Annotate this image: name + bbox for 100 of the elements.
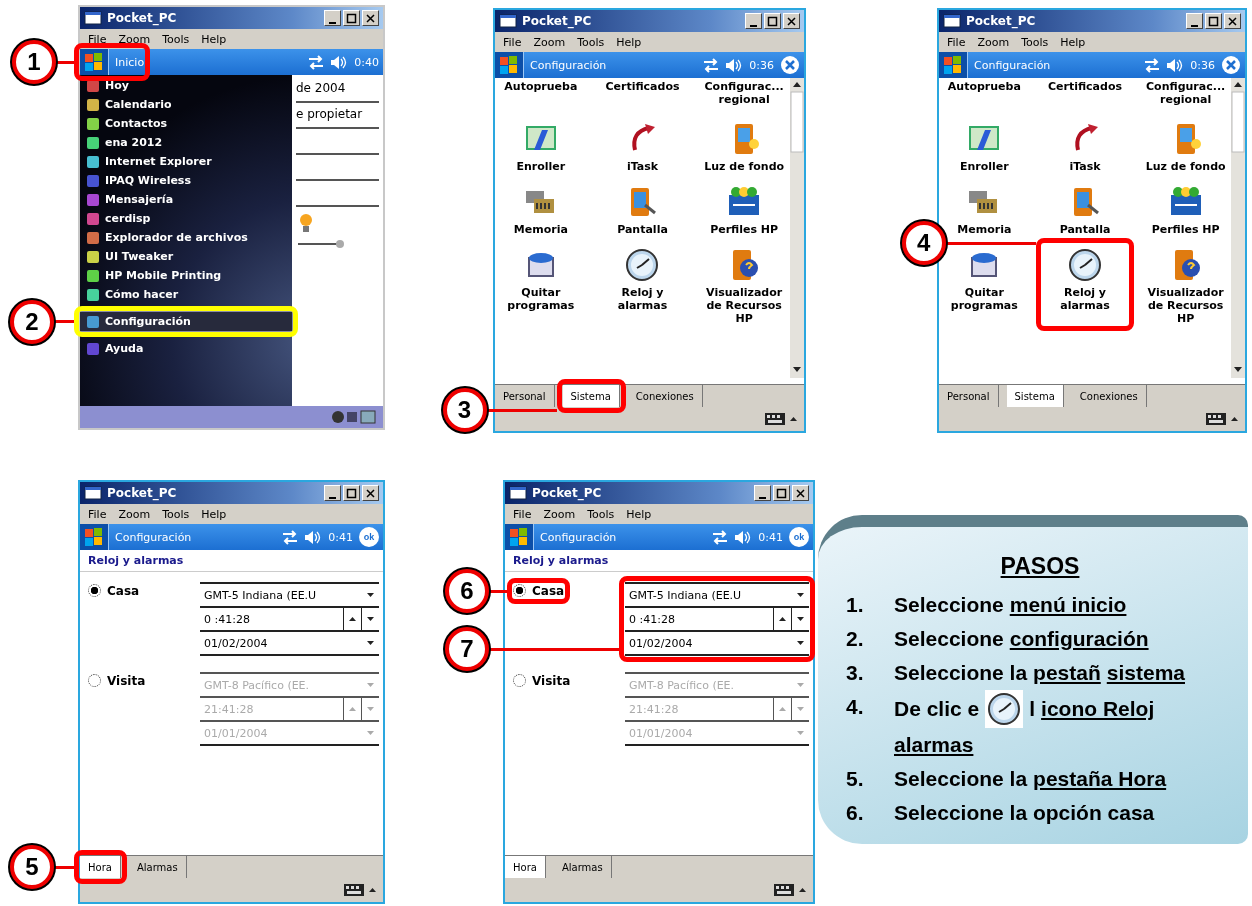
keyboard-icon[interactable] — [764, 411, 786, 427]
keyboard-icon[interactable] — [773, 882, 795, 898]
menu-item[interactable]: Contactos — [80, 114, 292, 133]
menu-item[interactable]: Help — [201, 507, 227, 521]
menu-item[interactable]: Tools — [577, 35, 605, 49]
settings-item[interactable]: Perfiles HP — [1151, 223, 1220, 236]
menu-item[interactable]: Tools — [162, 32, 190, 46]
settings-item[interactable]: Luz de fondo — [704, 160, 785, 173]
settings-item[interactable]: Enroller — [516, 160, 566, 173]
speaker-icon[interactable] — [734, 529, 753, 545]
spin-up-button[interactable] — [773, 696, 791, 720]
start-flag-icon[interactable] — [505, 524, 534, 550]
spin-down-button[interactable] — [791, 696, 809, 720]
start-flag-icon[interactable] — [939, 52, 968, 78]
start-flag-icon[interactable] — [80, 49, 109, 75]
spin-down-button[interactable] — [791, 606, 809, 630]
ok-button[interactable]: ok — [359, 527, 379, 547]
menu-item[interactable]: ena 2012 — [80, 133, 292, 152]
settings-item[interactable]: Certificados — [1041, 80, 1129, 110]
speaker-icon[interactable] — [1166, 57, 1185, 73]
menu-item[interactable]: UI Tweaker — [80, 247, 292, 266]
spin-down-button[interactable] — [361, 606, 379, 630]
down-arrow-icon[interactable] — [366, 615, 375, 623]
up-arrow-icon[interactable] — [348, 615, 357, 623]
menu-item[interactable]: Zoom — [533, 35, 566, 49]
menu-item[interactable]: Zoom — [118, 32, 151, 46]
caret-icon[interactable] — [366, 591, 375, 599]
menu-item[interactable]: Tools — [587, 507, 615, 521]
down-arrow-icon[interactable] — [796, 615, 805, 623]
start-flag-icon[interactable] — [80, 524, 109, 550]
settings-item[interactable]: iTask — [626, 160, 659, 173]
menu-item[interactable]: Calendario — [80, 95, 292, 114]
ok-button[interactable]: ok — [789, 527, 809, 547]
menu-item[interactable]: Explorador de archivos — [80, 228, 292, 247]
clock-icon[interactable] — [1068, 248, 1102, 282]
tab[interactable]: Sistema — [562, 385, 620, 407]
menu-item[interactable]: IPAQ Wireless — [80, 171, 292, 190]
menu-item[interactable]: cerdisp — [80, 209, 292, 228]
menu-item[interactable]: Ayuda — [80, 339, 292, 358]
spin-down-button[interactable] — [361, 696, 379, 720]
settings-item[interactable]: Configurac... regional — [700, 80, 788, 110]
speaker-icon[interactable] — [330, 54, 349, 70]
menu-item[interactable]: HP Mobile Printing — [80, 266, 292, 285]
settings-item[interactable]: Reloj y alarmas — [1041, 286, 1129, 312]
clock-time[interactable]: 0:41 — [328, 530, 353, 544]
menu-item[interactable]: Zoom — [118, 507, 151, 521]
radio-button[interactable] — [513, 584, 526, 597]
radio-button[interactable] — [88, 584, 101, 597]
caret-icon[interactable] — [366, 639, 375, 647]
clock-time[interactable]: 0:41 — [758, 530, 783, 544]
clock-time[interactable]: 0:36 — [749, 58, 774, 72]
sync-arrows-icon[interactable] — [712, 529, 729, 545]
settings-item[interactable]: Reloj y alarmas — [598, 286, 687, 312]
date-dropdown[interactable]: 01/02/2004 — [200, 630, 379, 656]
menu-item[interactable]: File — [503, 35, 522, 49]
clock-time[interactable]: 0:40 — [354, 55, 379, 69]
tab[interactable]: Hora — [505, 856, 546, 878]
menu-item[interactable]: Configuración — [80, 312, 292, 331]
menu-item[interactable]: Mensajería — [80, 190, 292, 209]
settings-item[interactable]: Autoprueba — [941, 80, 1028, 110]
caret-icon[interactable] — [796, 639, 805, 647]
spin-up-button[interactable] — [773, 606, 791, 630]
menu-item[interactable]: Help — [616, 35, 642, 49]
caret-icon[interactable] — [796, 591, 805, 599]
spin-up-button[interactable] — [343, 696, 361, 720]
settings-item[interactable]: Enroller — [959, 160, 1009, 173]
menu-item[interactable]: Tools — [1021, 35, 1049, 49]
keyboard-icon[interactable] — [343, 882, 365, 898]
sync-arrows-icon[interactable] — [1144, 57, 1161, 73]
menu-item[interactable]: File — [88, 32, 107, 46]
menu-item[interactable]: Internet Explorer — [80, 152, 292, 171]
settings-item[interactable]: Quitar programas — [941, 286, 1028, 312]
settings-item[interactable]: iTask — [1069, 160, 1101, 173]
up-arrow-icon[interactable] — [778, 615, 787, 623]
settings-item[interactable]: Visualizador de Recursos HP — [1142, 286, 1229, 325]
settings-item[interactable]: Perfiles HP — [710, 223, 779, 236]
settings-item[interactable]: Quitar programas — [497, 286, 585, 312]
menu-item[interactable]: Cómo hacer — [80, 285, 292, 304]
settings-item[interactable]: Memoria — [957, 223, 1012, 236]
menu-item[interactable]: Help — [201, 32, 227, 46]
settings-item[interactable]: Certificados — [598, 80, 687, 110]
settings-item[interactable]: Pantalla — [617, 223, 668, 236]
menu-item[interactable]: File — [88, 507, 107, 521]
tab[interactable]: Hora — [80, 856, 121, 878]
settings-item[interactable]: Memoria — [513, 223, 568, 236]
date-dropdown[interactable]: 01/02/2004 — [625, 630, 809, 656]
start-flag-icon[interactable] — [495, 52, 524, 78]
settings-item[interactable]: Luz de fondo — [1145, 160, 1226, 173]
clock-time[interactable]: 0:36 — [1190, 58, 1215, 72]
menu-item[interactable]: Zoom — [543, 507, 576, 521]
scrollbar[interactable] — [790, 78, 804, 378]
sync-arrows-icon[interactable] — [282, 529, 299, 545]
settings-item[interactable]: Pantalla — [1059, 223, 1111, 236]
keyboard-icon[interactable] — [1205, 411, 1227, 427]
settings-item[interactable]: Configurac... regional — [1142, 80, 1229, 110]
sync-arrows-icon[interactable] — [703, 57, 720, 73]
sync-arrows-icon[interactable] — [308, 54, 325, 70]
menu-item[interactable]: Help — [626, 507, 652, 521]
clock-icon[interactable] — [625, 248, 660, 282]
menu-item[interactable]: File — [947, 35, 966, 49]
